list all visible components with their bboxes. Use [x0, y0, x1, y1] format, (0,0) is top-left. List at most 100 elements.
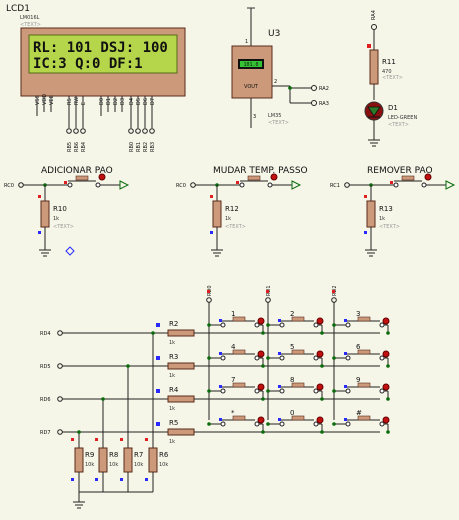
- keypad-matrix: RD4R21kRD5R31kRD6R41kRD7R51kRD0RD1RD2123…: [40, 285, 390, 509]
- lcd-pin-label: D5: [136, 98, 142, 105]
- button-label: MUDAR TEMP. PASSO: [213, 166, 308, 176]
- lcd-pin-label: D7: [150, 98, 156, 105]
- lcd-pin-label: RS: [67, 98, 73, 105]
- junction-dot: [332, 323, 336, 327]
- row-resistor-value: 1k: [169, 373, 175, 379]
- pulldown-ref: R7: [134, 451, 143, 459]
- keypad-key-0[interactable]: 0: [266, 409, 324, 434]
- row-resistor-value: 1k: [169, 406, 175, 412]
- switch-cap[interactable]: [401, 175, 415, 181]
- keypad-key-1[interactable]: 1: [207, 310, 265, 335]
- switch-cap[interactable]: [75, 175, 89, 181]
- keypad-key-4[interactable]: 4: [207, 343, 265, 368]
- lcd-net-label: RB3: [150, 142, 156, 152]
- button-resistor-ref: R10: [53, 205, 67, 213]
- button-resistor-ref: R12: [225, 205, 239, 213]
- junction-dot: [266, 422, 270, 426]
- keypad-key-*[interactable]: *: [207, 409, 265, 434]
- net-ra2: RA2: [319, 86, 329, 92]
- sensor-body: [231, 45, 273, 99]
- row-net-label: RD4: [40, 331, 51, 337]
- junction-dot: [266, 389, 270, 393]
- junction-dot: [386, 397, 390, 401]
- arrow-icon: [291, 180, 302, 190]
- row-net-label: RD7: [40, 430, 51, 436]
- push-button-1[interactable]: RC0ADICIONAR PAOR101k<TEXT>: [4, 166, 130, 257]
- junction-dot: [207, 422, 211, 426]
- keypad-key-3[interactable]: 3: [332, 310, 390, 335]
- lcd-pin-label: D6: [143, 98, 149, 105]
- keypad-key-2[interactable]: 2: [266, 310, 324, 335]
- button-resistor-value: 1k: [225, 216, 231, 222]
- pulldown-ref: R8: [109, 451, 118, 459]
- sensor-text-tag: <TEXT>: [268, 120, 289, 126]
- junction-dot: [320, 331, 324, 335]
- push-button-3[interactable]: RC1 REMOVER PAO R13 1k <TEXT>: [330, 166, 456, 257]
- junction-dot: [77, 430, 81, 434]
- ground-icon: [211, 249, 223, 257]
- switch-cap[interactable]: [247, 175, 261, 181]
- keypad-key-9[interactable]: 9: [332, 376, 390, 401]
- schematic-svg: LCD1 LM016L <TEXT> RL: 101 DSJ: 100 IC:3…: [4, 4, 456, 509]
- button-resistor-text: <TEXT>: [379, 224, 400, 230]
- row-net-label: RD5: [40, 364, 51, 370]
- pulldown-resistor[interactable]: R7 10k: [120, 438, 143, 481]
- pulldown-resistor[interactable]: R9 10k: [71, 438, 94, 481]
- lcd-ref: LCD1: [6, 4, 30, 14]
- ground-icon: [365, 249, 377, 257]
- row-resistor-ref: R4: [169, 386, 179, 394]
- ground-icon: [39, 249, 51, 257]
- junction-dot: [261, 331, 265, 335]
- button-resistor-ref: R13: [379, 205, 393, 213]
- junction-dot: [261, 364, 265, 368]
- lcd-pin-label: D1: [106, 98, 112, 105]
- junction-dot: [332, 389, 336, 393]
- junction-dot: [207, 389, 211, 393]
- row-resistor-value: 1k: [169, 439, 175, 445]
- net-ra4: RA4: [371, 10, 377, 20]
- lcd-pin-label: VDD: [42, 94, 48, 105]
- lcd-pin-label: VEE: [49, 95, 55, 105]
- ground-icon: [73, 501, 85, 509]
- arrow-icon: [119, 180, 130, 190]
- lcd-pin-label: D3: [120, 98, 126, 105]
- keypad-key-8[interactable]: 8: [266, 376, 324, 401]
- push-button-2[interactable]: RC0 MUDAR TEMP. PASSO R12 1k <TEXT>: [176, 166, 308, 257]
- pulldown-resistor[interactable]: R6 10k: [145, 438, 169, 481]
- button-resistor-value: 1k: [379, 216, 385, 222]
- sensor-pin3: 3: [253, 114, 256, 120]
- lcd-net-label: RB0: [129, 142, 135, 152]
- lcd-pin-label: D4: [129, 98, 135, 105]
- lcd-module[interactable]: LCD1 LM016L <TEXT> RL: 101 DSJ: 100 IC:3…: [6, 4, 186, 152]
- junction-dot: [207, 323, 211, 327]
- led-resistor-ref: R11: [382, 58, 396, 66]
- lcd-model: LM016L: [20, 15, 40, 21]
- sensor-pin2: 2: [274, 79, 277, 85]
- button-net-label: RC0: [176, 183, 186, 189]
- keypad-key-6[interactable]: 6: [332, 343, 390, 368]
- sensor-model: LM35: [268, 113, 281, 119]
- keypad-key-7[interactable]: 7: [207, 376, 265, 401]
- sensor-ref: U3: [268, 29, 280, 39]
- lcd-pin-label: RW: [74, 97, 80, 105]
- lcd-net-label: RB2: [143, 142, 149, 152]
- lcd-pin-label: D0: [99, 98, 105, 105]
- temperature-sensor[interactable]: U3 101.0 VOUT 1 2 3 LM35 <TEXT> RA2 RA3: [231, 7, 329, 128]
- button-resistor: [366, 200, 376, 228]
- lcd-net-label: RB4: [81, 142, 87, 152]
- lcd-pin-label: E: [81, 102, 87, 105]
- lcd-line-2: IC:3 Q:0 DF:1: [33, 56, 143, 72]
- keypad-key-#[interactable]: #: [332, 409, 390, 434]
- switch-indicator: [270, 173, 278, 181]
- keypad-key-5[interactable]: 5: [266, 343, 324, 368]
- junction-dot: [151, 331, 155, 335]
- lcd-text-tag: <TEXT>: [20, 22, 41, 28]
- junction-dot: [386, 364, 390, 368]
- junction-dot: [320, 397, 324, 401]
- led-circuit[interactable]: RA4 R11 470 <TEXT> D1 LED-GREEN <TEXT>: [364, 10, 417, 147]
- lcd-pin-label: D2: [113, 98, 119, 105]
- pulldown-resistor[interactable]: R8 10k: [95, 438, 118, 481]
- lcd-pin-label: VSS: [35, 95, 41, 105]
- lcd-net-label: RB5: [67, 142, 73, 152]
- switch-indicator: [98, 173, 106, 181]
